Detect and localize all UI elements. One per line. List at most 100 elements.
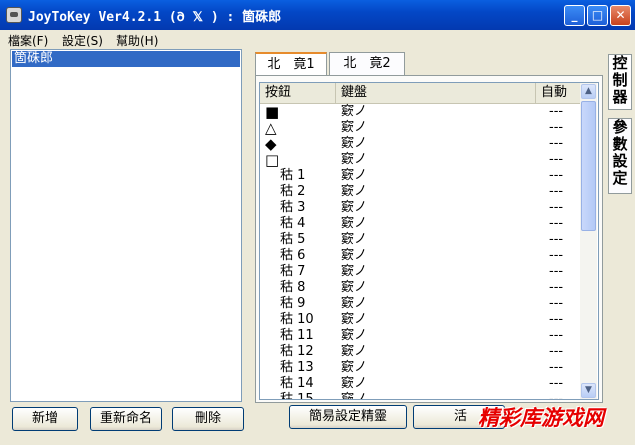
- table-row[interactable]: 秙 8 窽ノ ---: [260, 280, 580, 296]
- cell-key: 窽ノ: [341, 360, 368, 375]
- side-tab-controller-char-3: 器: [612, 88, 628, 106]
- profile-list[interactable]: 箇硃郎: [10, 49, 242, 402]
- title-bar[interactable]: JoyToKey Ver4.2.1 (𐐀 𝕏 ) : 箇硃郎 _ □ ✕: [0, 0, 635, 30]
- simple-setup-wizard-button[interactable]: 簡易設定精靈: [289, 405, 407, 429]
- cell-key: 窽ノ: [341, 200, 368, 215]
- side-tab-controller[interactable]: 控 制 器: [608, 54, 632, 110]
- cell-key: 窽ノ: [341, 184, 368, 199]
- tab-joystick-2[interactable]: 北 竟2: [329, 52, 405, 76]
- button-mapping-table[interactable]: 按鈕 鍵盤 自動 ■ 窽ノ --- △ 窽ノ --- ◆ 窽ノ --- □ 窽ノ --- 秙 1 窽ノ --…: [259, 82, 599, 400]
- cell-button: 秙 5: [280, 232, 306, 247]
- cell-auto: ---: [549, 136, 564, 151]
- cell-button: 秙 6: [280, 248, 306, 263]
- menu-settings[interactable]: 設定(S): [62, 32, 103, 49]
- side-tab-parameters-char-2: 數: [612, 135, 628, 153]
- table-row[interactable]: ◆ 窽ノ ---: [260, 136, 580, 152]
- cell-auto: ---: [549, 328, 564, 343]
- menu-file[interactable]: 檔案(F): [8, 32, 48, 49]
- cell-auto: ---: [549, 312, 564, 327]
- maximize-button[interactable]: □: [587, 5, 608, 26]
- table-row[interactable]: 秙 9 窽ノ ---: [260, 296, 580, 312]
- table-row[interactable]: 秙 1 窽ノ ---: [260, 168, 580, 184]
- cell-key: 窽ノ: [341, 168, 368, 183]
- cell-auto: ---: [549, 184, 564, 199]
- tab-joystick-1[interactable]: 北 竟1: [255, 52, 327, 76]
- table-row[interactable]: □ 窽ノ ---: [260, 152, 580, 168]
- vertical-scrollbar[interactable]: ▲ ▼: [580, 83, 597, 399]
- cell-key: 窽ノ: [341, 280, 368, 295]
- table-row[interactable]: 秙 15 窽ノ ---: [260, 392, 580, 400]
- table-row[interactable]: 秙 10 窽ノ ---: [260, 312, 580, 328]
- side-tab-parameters-char-4: 定: [612, 169, 628, 187]
- column-header-auto[interactable]: 自動: [536, 83, 580, 103]
- cell-auto: ---: [549, 280, 564, 295]
- table-row[interactable]: 秙 4 窽ノ ---: [260, 216, 580, 232]
- column-header-key[interactable]: 鍵盤: [336, 83, 536, 103]
- cell-button: 秙 7: [280, 264, 306, 279]
- cell-auto: ---: [549, 216, 564, 231]
- menu-bar: 檔案(F) 設定(S) 幫助(H): [0, 30, 635, 48]
- table-row[interactable]: 秙 2 窽ノ ---: [260, 184, 580, 200]
- column-header-button[interactable]: 按鈕: [260, 83, 336, 103]
- minimize-button[interactable]: _: [564, 5, 585, 26]
- table-row[interactable]: 秙 11 窽ノ ---: [260, 328, 580, 344]
- profile-item[interactable]: 箇硃郎: [12, 51, 240, 67]
- cell-button: 秙 13: [280, 360, 314, 375]
- cell-button: ◆: [265, 135, 277, 153]
- cell-auto: ---: [549, 152, 564, 167]
- side-tab-parameters-char-1: 參: [612, 118, 628, 136]
- site-watermark: 精彩库游戏网: [478, 406, 604, 430]
- table-row[interactable]: 秙 3 窽ノ ---: [260, 200, 580, 216]
- scroll-up-arrow-icon[interactable]: ▲: [581, 84, 596, 99]
- cell-auto: ---: [549, 264, 564, 279]
- scroll-thumb[interactable]: [581, 101, 596, 231]
- table-row[interactable]: 秙 5 窽ノ ---: [260, 232, 580, 248]
- table-row[interactable]: 秙 6 窽ノ ---: [260, 248, 580, 264]
- close-button[interactable]: ✕: [610, 5, 631, 26]
- delete-profile-button[interactable]: 刪除: [172, 407, 244, 431]
- cell-auto: ---: [549, 344, 564, 359]
- cell-button: ■: [265, 103, 280, 121]
- window-title: JoyToKey Ver4.2.1 (𐐀 𝕏 ) : 箇硃郎: [28, 10, 282, 25]
- side-tab-controller-char-1: 控: [612, 54, 628, 72]
- cell-key: 窽ノ: [341, 248, 368, 263]
- cell-button: 秙 1: [280, 168, 306, 183]
- cell-button: 秙 15: [280, 392, 314, 400]
- cell-auto: ---: [549, 360, 564, 375]
- scroll-down-arrow-icon[interactable]: ▼: [581, 383, 596, 398]
- side-tab-parameters[interactable]: 參 數 設 定: [608, 118, 632, 194]
- table-row[interactable]: 秙 12 窽ノ ---: [260, 344, 580, 360]
- cell-button: 秙 10: [280, 312, 314, 327]
- side-tab-controller-char-2: 制: [612, 71, 628, 89]
- table-row[interactable]: △ 窽ノ ---: [260, 120, 580, 136]
- cell-auto: ---: [549, 104, 564, 119]
- cell-button: 秙 4: [280, 216, 306, 231]
- table-row[interactable]: ■ 窽ノ ---: [260, 104, 580, 120]
- table-row[interactable]: 秙 14 窽ノ ---: [260, 376, 580, 392]
- menu-help[interactable]: 幫助(H): [116, 32, 158, 49]
- cell-key: 窽ノ: [341, 392, 368, 400]
- cell-key: 窽ノ: [341, 312, 368, 327]
- rename-profile-button[interactable]: 重新命名: [90, 407, 162, 431]
- cell-button: 秙 14: [280, 376, 314, 391]
- table-row[interactable]: 秙 13 窽ノ ---: [260, 360, 580, 376]
- cell-button: 秙 3: [280, 200, 306, 215]
- cell-auto: ---: [549, 200, 564, 215]
- cell-auto: ---: [549, 392, 564, 400]
- joystick-icon[interactable]: [6, 7, 22, 23]
- cell-button: 秙 8: [280, 280, 306, 295]
- cell-key: 窽ノ: [341, 120, 368, 135]
- cell-auto: ---: [549, 120, 564, 135]
- cell-key: 窽ノ: [341, 296, 368, 311]
- cell-auto: ---: [549, 248, 564, 263]
- cell-key: 窽ノ: [341, 376, 368, 391]
- cell-key: 窽ノ: [341, 232, 368, 247]
- cell-button: 秙 12: [280, 344, 314, 359]
- table-row[interactable]: 秙 7 窽ノ ---: [260, 264, 580, 280]
- cell-auto: ---: [549, 232, 564, 247]
- cell-button: 秙 2: [280, 184, 306, 199]
- cell-button: △: [265, 119, 277, 137]
- cell-button: □: [265, 151, 280, 169]
- cell-key: 窽ノ: [341, 152, 368, 167]
- add-profile-button[interactable]: 新增: [12, 407, 78, 431]
